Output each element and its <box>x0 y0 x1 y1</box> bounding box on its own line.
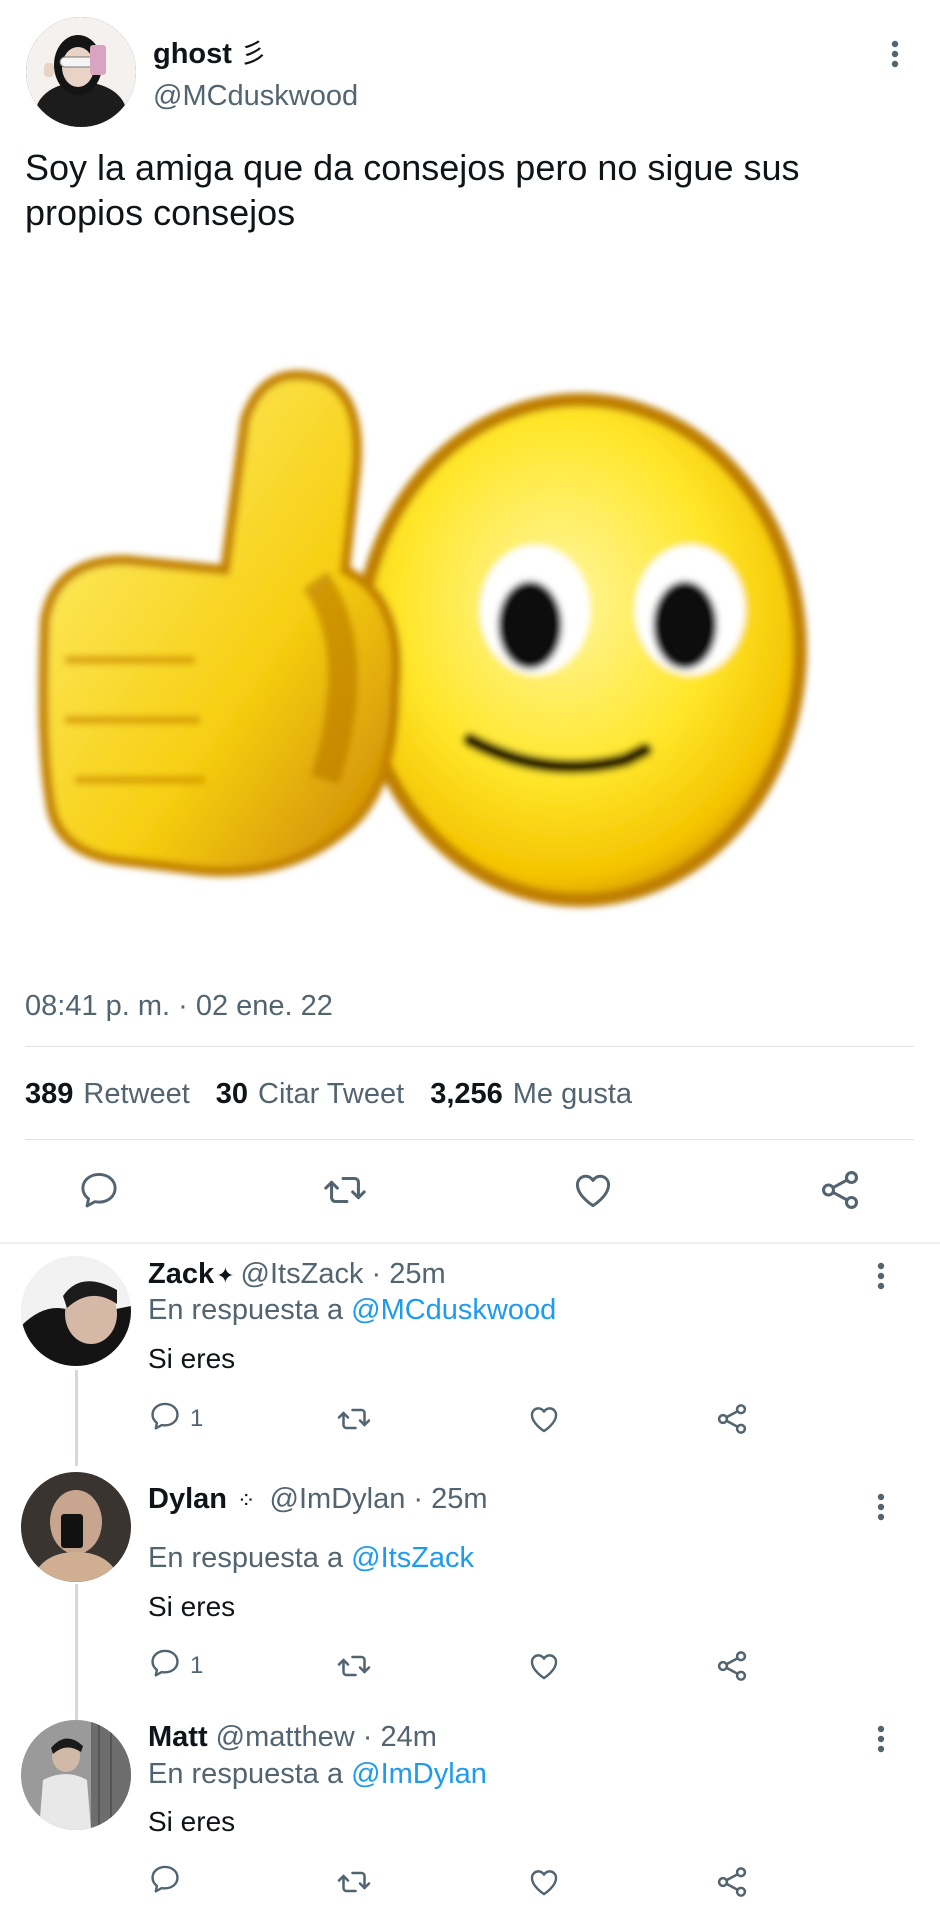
like-count: 3,256 <box>430 1078 503 1110</box>
author-handle[interactable]: @MCduskwood <box>153 80 358 113</box>
quote-label: Citar Tweet <box>258 1078 405 1110</box>
like-icon[interactable] <box>527 1397 561 1441</box>
reply-text: Si eres <box>148 1806 236 1837</box>
tweet-timestamp[interactable]: 08:41 p. m. · 02 ene. 22 <box>25 990 333 1023</box>
quote-count-link[interactable]: 30 Citar Tweet <box>216 1078 404 1111</box>
reply-avatar[interactable] <box>21 1256 131 1366</box>
like-label: Me gusta <box>512 1078 633 1110</box>
reply-action-bar: 1 <box>0 1397 940 1441</box>
reply-to-mention[interactable]: @ImDylan <box>351 1758 487 1790</box>
reply-time[interactable]: · 25m <box>372 1258 446 1290</box>
like-icon[interactable] <box>568 1160 618 1220</box>
quote-count: 30 <box>215 1078 249 1110</box>
like-icon[interactable] <box>527 1644 561 1688</box>
reply-author-badge: ✦ <box>216 1263 235 1288</box>
reply-time[interactable]: · 25m <box>413 1483 487 1515</box>
like-icon[interactable] <box>527 1860 561 1904</box>
reply-author-badge: ⁘ <box>237 1488 256 1513</box>
like-count-link[interactable]: 3,256 Me gusta <box>430 1078 632 1111</box>
reply-text: Si eres <box>148 1591 236 1622</box>
tweet-media-image[interactable] <box>25 360 855 920</box>
share-icon[interactable] <box>714 1860 750 1904</box>
reply-icon[interactable] <box>74 1160 124 1220</box>
retweet-label: Retweet <box>83 1078 190 1110</box>
reply-prefix: En respuesta a <box>148 1758 344 1790</box>
reply-header: Zack✦ @ItsZack · 25m <box>148 1258 446 1291</box>
share-icon[interactable] <box>714 1644 750 1688</box>
more-options-icon[interactable] <box>866 1258 896 1294</box>
reply-prefix: En respuesta a <box>148 1294 344 1326</box>
reply-time[interactable]: · 24m <box>363 1721 437 1753</box>
reply-to-mention[interactable]: @ItsZack <box>351 1542 474 1574</box>
reply-header: Dylan ⁘ @ImDylan · 25m <box>148 1483 488 1516</box>
more-options-icon[interactable] <box>880 36 910 72</box>
reply-author-handle[interactable]: @ItsZack <box>241 1258 364 1290</box>
reply-avatar[interactable] <box>21 1720 131 1830</box>
reply-icon <box>148 1862 182 1903</box>
reply-author-name[interactable]: Matt <box>148 1721 208 1753</box>
author-avatar[interactable] <box>26 17 136 127</box>
author-name-glyph: 彡 <box>239 39 267 69</box>
tweet-detail-page: ghost 彡 @MCduskwood Soy la amiga que da c… <box>0 0 940 1920</box>
reply-header: Matt @matthew · 24m <box>148 1721 437 1754</box>
reply-prefix: En respuesta a <box>148 1542 344 1574</box>
section-separator <box>0 1242 940 1244</box>
reply-author-handle[interactable]: @ImDylan <box>270 1483 406 1515</box>
reply-button[interactable]: 1 <box>148 1644 203 1688</box>
share-icon[interactable] <box>714 1397 750 1441</box>
tweet-action-bar <box>0 1160 940 1220</box>
reply-button[interactable] <box>148 1860 190 1904</box>
reply-icon <box>148 1646 182 1687</box>
retweet-icon[interactable] <box>336 1644 372 1688</box>
reply-avatar[interactable] <box>21 1472 131 1582</box>
reply-text: Si eres <box>148 1343 236 1374</box>
retweet-icon[interactable] <box>336 1397 372 1441</box>
reply-to-mention[interactable]: @MCduskwood <box>351 1294 556 1326</box>
tweet-text: Soy la amiga que da consejos pero no sig… <box>25 147 800 233</box>
more-options-icon[interactable] <box>866 1721 896 1757</box>
reply-button[interactable]: 1 <box>148 1397 203 1441</box>
reply-author-name[interactable]: Zack <box>148 1258 214 1290</box>
reply-context: En respuesta a @MCduskwood <box>148 1294 556 1327</box>
reply-action-bar <box>0 1860 940 1904</box>
retweet-count-link[interactable]: 389 Retweet <box>25 1078 190 1111</box>
reply-context: En respuesta a @ItsZack <box>148 1542 474 1575</box>
reply-count: 1 <box>190 1405 204 1432</box>
author-display-name[interactable]: ghost 彡 <box>153 32 267 71</box>
more-options-icon[interactable] <box>866 1489 896 1525</box>
reply-icon <box>148 1399 182 1440</box>
reply-author-name[interactable]: Dylan <box>148 1483 227 1515</box>
reply-action-bar: 1 <box>0 1644 940 1688</box>
retweet-icon[interactable] <box>336 1860 372 1904</box>
retweet-count: 389 <box>25 1078 74 1110</box>
reply-author-handle[interactable]: @matthew <box>216 1721 355 1753</box>
tweet-stats: 389 Retweet 30 Citar Tweet 3,256 Me gust… <box>25 1078 658 1111</box>
author-name-text: ghost <box>153 38 232 70</box>
divider <box>25 1139 914 1140</box>
divider <box>25 1046 914 1047</box>
share-icon[interactable] <box>815 1160 865 1220</box>
retweet-icon[interactable] <box>320 1160 370 1220</box>
reply-count: 1 <box>190 1652 204 1679</box>
reply-context: En respuesta a @ImDylan <box>148 1758 487 1791</box>
